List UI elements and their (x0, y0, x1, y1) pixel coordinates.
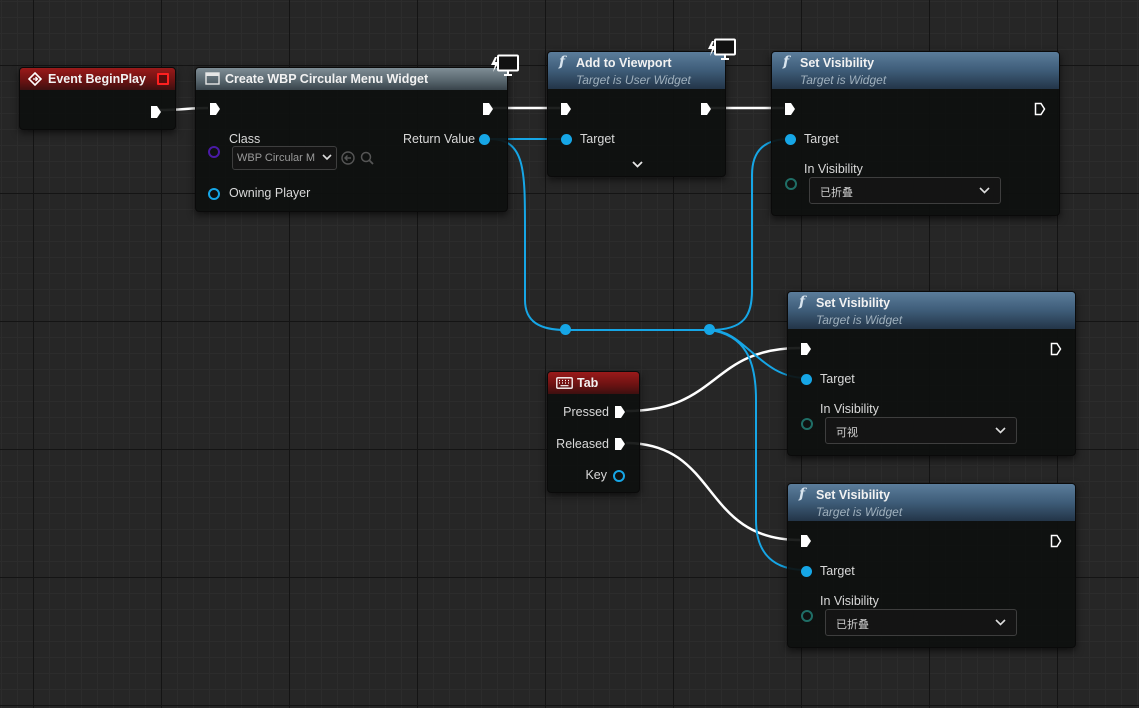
target-label: Target (820, 372, 855, 386)
exec-in-pin[interactable] (560, 102, 572, 116)
visibility-value: 可视 (836, 427, 858, 439)
visibility-dropdown[interactable]: 已折叠 (809, 177, 1001, 204)
set-visibility-node-3[interactable]: f Set Visibility Target is Widget Target… (787, 483, 1076, 648)
create-widget-node[interactable]: Create WBP Circular Menu Widget Class WB… (195, 67, 508, 212)
node-title: Event BeginPlay (48, 72, 146, 86)
target-label: Target (804, 132, 839, 146)
delegate-square-icon[interactable] (157, 73, 169, 85)
key-pin[interactable] (613, 470, 625, 482)
node-title: Set Visibility (816, 296, 891, 310)
set-visibility-node-2[interactable]: f Set Visibility Target is Widget Target… (787, 291, 1076, 456)
node-header: Tab (548, 372, 639, 394)
exec-wire-released-setvis3 (625, 441, 801, 542)
pressed-label: Pressed (563, 405, 609, 419)
pressed-exec-pin[interactable] (614, 405, 626, 419)
node-title: Set Visibility (800, 56, 875, 70)
node-subtitle: Target is User Widget (576, 73, 691, 87)
client-only-monitor-icon (708, 38, 736, 60)
visibility-value: 已折叠 (820, 187, 853, 199)
released-label: Released (556, 437, 609, 451)
chevron-down-icon (979, 187, 990, 194)
node-title: Create WBP Circular Menu Widget (225, 72, 429, 86)
chevron-down-icon (995, 619, 1006, 626)
return-value-pin[interactable] (479, 134, 490, 145)
node-header: f Set Visibility Target is Widget (788, 292, 1075, 329)
node-subtitle: Target is Widget (800, 73, 887, 87)
exec-out-pin[interactable] (1050, 534, 1062, 548)
in-visibility-pin[interactable] (785, 178, 797, 190)
in-visibility-label: In Visibility (820, 402, 879, 416)
target-label: Target (820, 564, 855, 578)
function-icon: f (799, 486, 806, 502)
in-visibility-label: In Visibility (820, 594, 879, 608)
key-label: Key (585, 468, 607, 482)
node-header: Event BeginPlay (20, 68, 175, 90)
node-header: Create WBP Circular Menu Widget (196, 68, 507, 90)
function-icon: f (783, 54, 790, 70)
target-pin[interactable] (785, 134, 796, 145)
event-beginplay-node[interactable]: Event BeginPlay (19, 67, 176, 130)
target-pin[interactable] (801, 566, 812, 577)
reroute-node-left[interactable] (560, 324, 571, 335)
use-selected-asset-icon[interactable] (341, 151, 355, 165)
return-value-label: Return Value (403, 132, 476, 146)
client-only-monitor-icon (491, 54, 519, 76)
in-visibility-label: In Visibility (804, 162, 863, 176)
add-to-viewport-node[interactable]: f Add to Viewport Target is User Widget … (547, 51, 726, 177)
visibility-dropdown[interactable]: 可视 (825, 417, 1017, 444)
released-exec-pin[interactable] (614, 437, 626, 451)
blueprint-graph-canvas[interactable]: Event BeginPlay Create WBP Circular Menu… (0, 0, 1139, 708)
function-icon: f (559, 54, 566, 70)
exec-out-pin[interactable] (1050, 342, 1062, 356)
exec-in-pin[interactable] (784, 102, 796, 116)
node-title: Tab (577, 376, 599, 390)
node-header: f Set Visibility Target is Widget (772, 52, 1059, 89)
event-diamond-icon (28, 72, 42, 86)
owning-player-label: Owning Player (229, 186, 311, 200)
in-visibility-pin[interactable] (801, 418, 813, 430)
reroute-node-right[interactable] (704, 324, 715, 335)
in-visibility-pin[interactable] (801, 610, 813, 622)
keyboard-icon (556, 377, 573, 389)
tab-key-event-node[interactable]: Tab Pressed Released Key (547, 371, 640, 493)
exec-in-pin[interactable] (800, 534, 812, 548)
exec-in-pin[interactable] (209, 102, 221, 116)
visibility-dropdown[interactable]: 已折叠 (825, 609, 1017, 636)
exec-out-pin[interactable] (150, 105, 162, 119)
set-visibility-node-1[interactable]: f Set Visibility Target is Widget Target… (771, 51, 1060, 216)
chevron-down-icon[interactable] (632, 161, 643, 168)
class-dropdown-value: WBP Circular M (237, 152, 316, 164)
node-title: Add to Viewport (576, 56, 672, 70)
exec-in-pin[interactable] (800, 342, 812, 356)
visibility-value: 已折叠 (836, 619, 869, 631)
node-header: f Set Visibility Target is Widget (788, 484, 1075, 521)
class-pin[interactable] (208, 146, 220, 158)
function-icon: f (799, 294, 806, 310)
node-title: Set Visibility (816, 488, 891, 502)
target-label: Target (580, 132, 615, 146)
exec-wire-pressed-setvis2 (625, 346, 801, 413)
owning-player-pin[interactable] (208, 188, 220, 200)
target-pin[interactable] (561, 134, 572, 145)
class-label: Class (229, 132, 261, 146)
chevron-down-icon (322, 154, 332, 161)
exec-out-pin[interactable] (1034, 102, 1046, 116)
node-subtitle: Target is Widget (816, 505, 903, 519)
browse-search-icon[interactable] (360, 151, 374, 165)
node-subtitle: Target is Widget (816, 313, 903, 327)
widget-icon (205, 72, 220, 85)
exec-out-pin[interactable] (700, 102, 712, 116)
node-header: f Add to Viewport Target is User Widget (548, 52, 725, 89)
exec-out-pin[interactable] (482, 102, 494, 116)
class-dropdown[interactable]: WBP Circular M (232, 146, 337, 170)
chevron-down-icon (995, 427, 1006, 434)
target-pin[interactable] (801, 374, 812, 385)
